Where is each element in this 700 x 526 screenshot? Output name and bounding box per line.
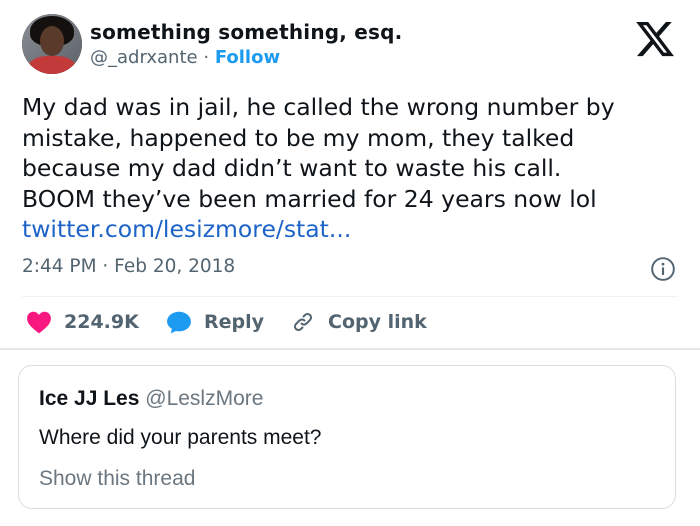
info-icon[interactable] — [650, 256, 676, 282]
author-name[interactable]: something something, esq. — [90, 20, 402, 44]
copy-link-label: Copy link — [328, 311, 427, 333]
author-handle[interactable]: @_adrxante — [90, 47, 198, 68]
like-button[interactable]: 224.9K — [26, 309, 139, 335]
tweet-line: My dad was in jail, he called the wrong … — [22, 93, 615, 121]
divider — [22, 296, 678, 297]
link-icon — [293, 312, 313, 332]
tweet-card: something something, esq. @_adrxante · F… — [0, 0, 700, 526]
quoted-author-name: Ice JJ Les — [39, 387, 140, 410]
x-logo-icon[interactable] — [634, 18, 676, 60]
tweet-timestamp[interactable]: 2:44 PM · Feb 20, 2018 — [22, 256, 235, 277]
tweet-link[interactable]: twitter.com/lesizmore/stat... — [22, 214, 682, 245]
quoted-text: Where did your parents meet? — [39, 426, 322, 449]
author-handle-row: @_adrxante · Follow — [90, 47, 280, 68]
separator-dot: · — [203, 47, 210, 68]
copy-link-button[interactable]: Copy link — [290, 309, 427, 335]
quoted-author[interactable]: Ice JJ Les @LeslzMore — [39, 387, 263, 411]
tweet-line: mistake, happened to be my mom, they tal… — [22, 123, 575, 152]
heart-icon — [27, 311, 51, 334]
avatar[interactable] — [22, 14, 82, 74]
quoted-tweet[interactable]: Ice JJ Les @LeslzMore Where did your par… — [18, 365, 676, 509]
show-thread-link[interactable]: Show this thread — [39, 467, 195, 491]
section-divider — [0, 348, 700, 350]
reply-bubble-icon — [167, 311, 191, 334]
tweet-line: because my dad didn’t want to waste his … — [22, 154, 562, 182]
follow-button[interactable]: Follow — [215, 47, 280, 68]
tweet-body: My dad was in jail, he called the wrong … — [22, 92, 682, 245]
like-count: 224.9K — [64, 311, 139, 333]
quoted-author-handle: @LeslzMore — [145, 387, 264, 410]
tweet-line: BOOM they’ve been married for 24 years n… — [22, 184, 597, 213]
reply-button[interactable]: Reply — [166, 309, 264, 335]
reply-label: Reply — [204, 311, 265, 333]
